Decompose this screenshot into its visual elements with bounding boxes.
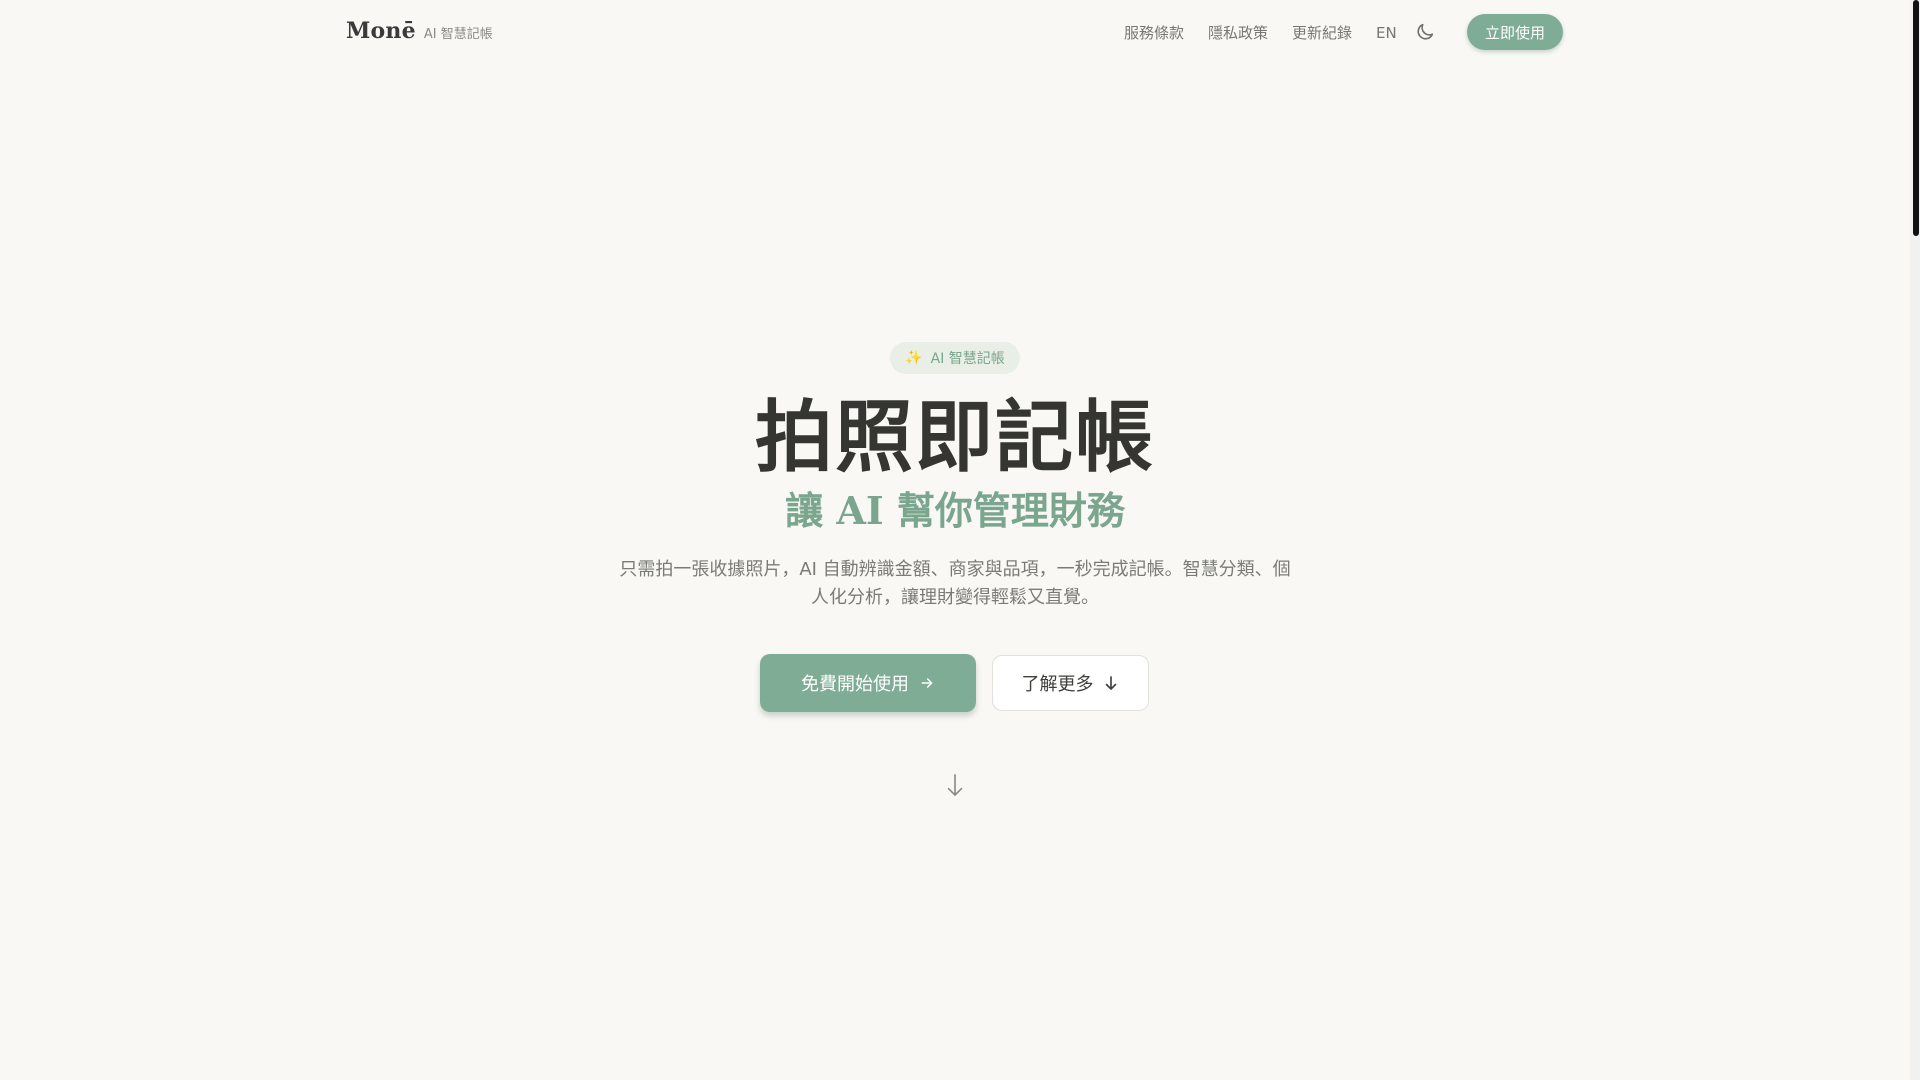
sparkles-icon: ✨ <box>905 350 923 366</box>
brand-tagline: AI 智慧記帳 <box>423 27 493 42</box>
theme-toggle-button[interactable] <box>1414 21 1436 43</box>
use-now-button[interactable]: 立即使用 <box>1467 14 1563 50</box>
brand-logo[interactable]: Monē AI 智慧記帳 <box>346 18 493 44</box>
scroll-down-indicator[interactable] <box>944 772 966 798</box>
brand-name: Monē <box>346 18 416 44</box>
learn-more-label: 了解更多 <box>1021 674 1094 695</box>
scrollbar-thumb[interactable] <box>1913 0 1919 236</box>
learn-more-button[interactable]: 了解更多 <box>992 655 1149 711</box>
feature-badge: ✨ AI 智慧記帳 <box>890 342 1020 374</box>
language-switch[interactable]: EN <box>1376 24 1397 42</box>
arrow-right-icon <box>921 678 933 688</box>
scroll-down-icon <box>947 774 963 796</box>
nav-link-privacy[interactable]: 隱私政策 <box>1208 22 1268 43</box>
hero-title: 拍照即記帳 <box>754 393 1155 483</box>
start-free-label: 免費開始使用 <box>801 674 909 695</box>
start-free-button[interactable]: 免費開始使用 <box>760 654 976 712</box>
page-scrollbar[interactable] <box>1910 0 1920 1080</box>
moon-icon <box>1417 23 1434 40</box>
top-nav: 服務條款 隱私政策 更新紀錄 EN <box>1124 22 1397 43</box>
hero-subtitle: 讓 AI 幫你管理財務 <box>785 488 1125 533</box>
nav-link-changelog[interactable]: 更新紀錄 <box>1292 22 1352 43</box>
hero-description: 只需拍一張收據照片，AI 自動辨識金額、商家與品項，一秒完成記帳。智慧分類、個人… <box>619 559 1291 608</box>
arrow-down-icon <box>1105 676 1116 690</box>
badge-label: AI 智慧記帳 <box>930 351 1005 367</box>
nav-link-terms[interactable]: 服務條款 <box>1124 22 1184 43</box>
landing-page: Monē AI 智慧記帳 服務條款 隱私政策 更新紀錄 EN 立即使用 ✨ AI… <box>0 0 1920 1080</box>
